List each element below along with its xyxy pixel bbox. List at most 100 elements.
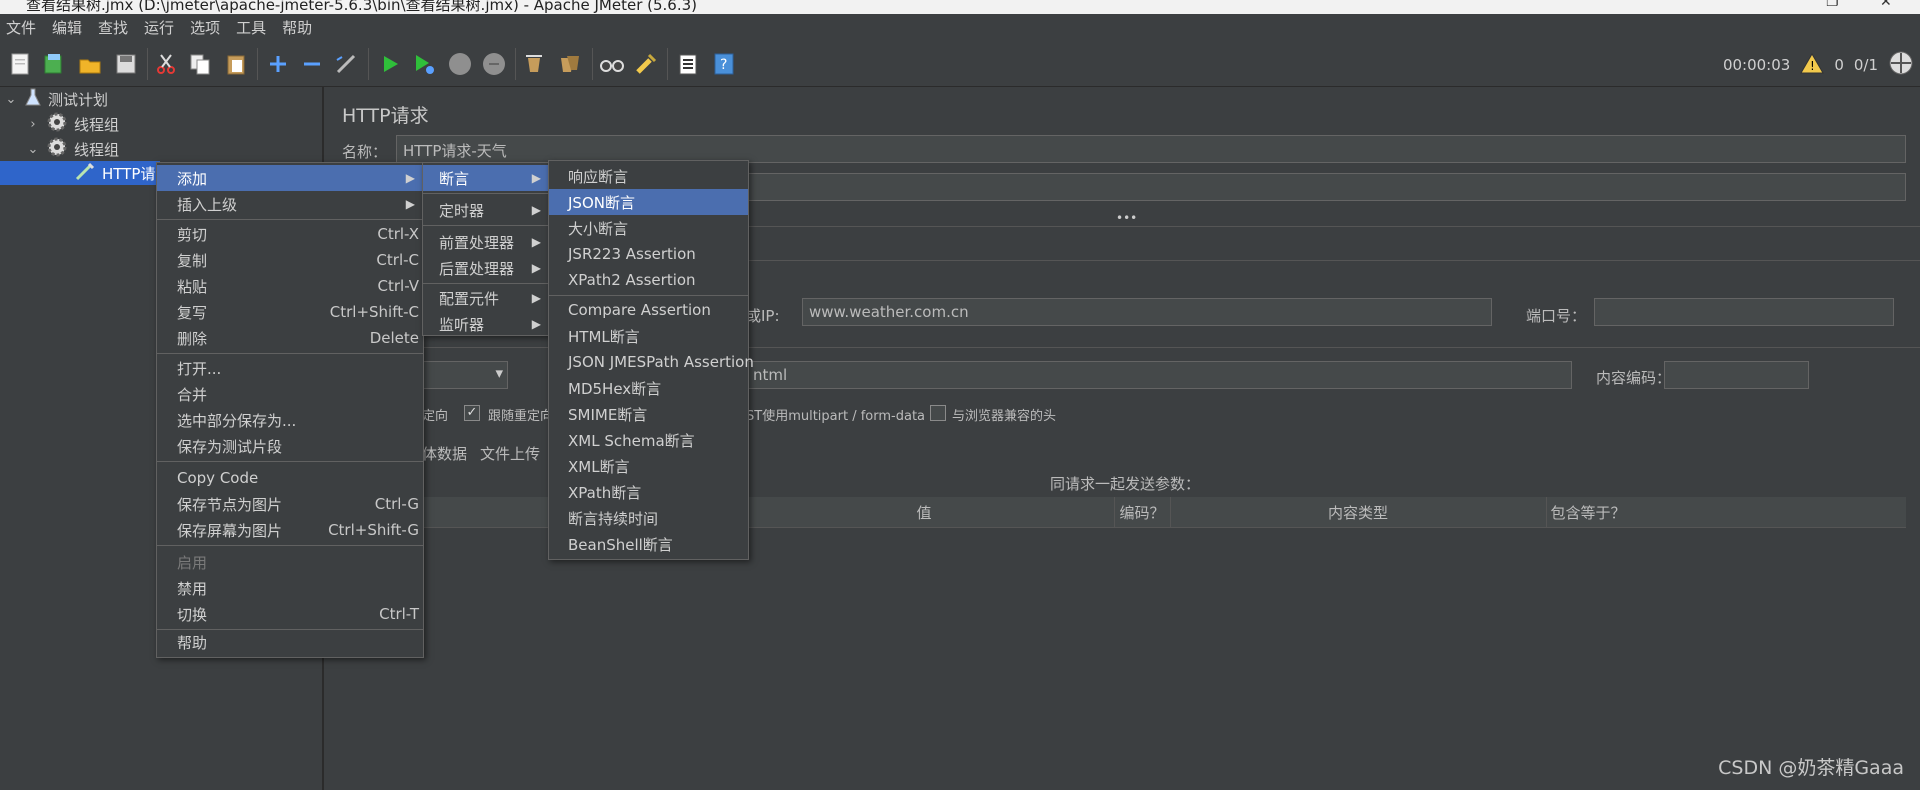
- path-field[interactable]: ntml: [746, 361, 1572, 389]
- collapse-icon[interactable]: [298, 50, 326, 78]
- menu-item-cut[interactable]: 剪切 Ctrl-X: [157, 221, 423, 247]
- redirect-auto-label: 定向: [422, 409, 449, 424]
- splitter-handle[interactable]: •••: [1116, 211, 1137, 225]
- menu-run[interactable]: 运行: [138, 17, 184, 38]
- menu-item-add[interactable]: 添加 ▶: [157, 165, 423, 191]
- menu-item-insert-parent[interactable]: 插入上级 ▶: [157, 191, 423, 217]
- name-field[interactable]: HTTP请求-天气: [396, 135, 1906, 163]
- submenu-item-post-processors[interactable]: 后置处理器 ▶: [423, 255, 549, 281]
- assertion-xpath2[interactable]: XPath2 Assertion: [549, 267, 748, 293]
- menu-item-save-fragment[interactable]: 保存为测试片段: [157, 433, 423, 459]
- restore-icon[interactable]: ❐: [1826, 0, 1839, 10]
- server-field[interactable]: www.weather.com.cn: [802, 298, 1492, 326]
- menu-tools[interactable]: 工具: [230, 17, 276, 38]
- server-label: 或IP:: [746, 307, 780, 325]
- assertion-size[interactable]: 大小断言: [549, 215, 748, 241]
- chevron-right-icon: ▶: [531, 291, 541, 305]
- assertion-jsr223[interactable]: JSR223 Assertion: [549, 241, 748, 267]
- assertion-json-jmespath[interactable]: JSON JMESPath Assertion: [549, 349, 754, 375]
- help-icon[interactable]: ?: [710, 50, 738, 78]
- assertion-xml[interactable]: XML断言: [549, 453, 748, 479]
- method-select[interactable]: ▾: [422, 361, 508, 389]
- chevron-right-icon[interactable]: ›: [26, 117, 40, 132]
- clear-icon[interactable]: [520, 50, 548, 78]
- open-icon[interactable]: [76, 50, 104, 78]
- menu-item-enable: 启用: [177, 553, 208, 572]
- menu-edit[interactable]: 编辑: [46, 17, 92, 38]
- menu-help[interactable]: 帮助: [276, 17, 322, 38]
- assertion-html[interactable]: HTML断言: [549, 323, 748, 349]
- new-icon[interactable]: [6, 50, 34, 78]
- encoding-field[interactable]: [1664, 361, 1809, 389]
- assertion-md5hex[interactable]: MD5Hex断言: [549, 375, 748, 401]
- assertion-beanshell[interactable]: BeanShell断言: [549, 531, 748, 557]
- column-include-equals[interactable]: 包含等于？: [1546, 497, 1630, 527]
- paste-icon[interactable]: [222, 50, 250, 78]
- menu-item-disable[interactable]: 禁用: [157, 575, 423, 601]
- warning-count: 0: [1834, 56, 1844, 74]
- column-content-type[interactable]: 内容类型: [1170, 497, 1547, 527]
- start-no-pause-icon[interactable]: [410, 50, 438, 78]
- submenu-item-listeners[interactable]: 监听器 ▶: [423, 311, 549, 337]
- expand-icon[interactable]: [264, 50, 292, 78]
- copy-icon[interactable]: [186, 50, 214, 78]
- tree-node-thread-group-1[interactable]: › 线程组: [26, 112, 119, 136]
- menu-item-copy[interactable]: 复制 Ctrl-C: [157, 247, 423, 273]
- warning-icon[interactable]: !: [1800, 52, 1825, 78]
- menu-item-copy-code[interactable]: Copy Code: [157, 465, 423, 491]
- menu-item-delete[interactable]: 删除 Delete: [157, 325, 423, 351]
- menu-item-merge[interactable]: 合并: [157, 381, 423, 407]
- window-title: 查看结果树.jmx (D:\jmeter\apache-jmeter-5.6.3…: [26, 0, 698, 14]
- submenu-item-pre-processors[interactable]: 前置处理器 ▶: [423, 229, 549, 255]
- menu-item-duplicate[interactable]: 复写 Ctrl+Shift-C: [157, 299, 423, 325]
- stop-icon[interactable]: [446, 50, 474, 78]
- assertion-compare[interactable]: Compare Assertion: [549, 297, 748, 323]
- assertion-duration[interactable]: 断言持续时间: [549, 505, 748, 531]
- clear-all-icon[interactable]: [556, 50, 584, 78]
- menu-search[interactable]: 查找: [92, 17, 138, 38]
- chevron-down-icon[interactable]: ⌄: [26, 142, 40, 157]
- follow-redirect-checkbox[interactable]: ✓: [464, 405, 480, 421]
- search-icon[interactable]: [598, 50, 626, 78]
- status-area: 00:00:03 ! 0 0/1: [1723, 50, 1914, 80]
- submenu-item-assertions[interactable]: 断言 ▶: [423, 165, 549, 191]
- browser-headers-checkbox[interactable]: [930, 405, 946, 421]
- menu-item-save-screen-image[interactable]: 保存屏幕为图片 Ctrl+Shift-G: [157, 517, 423, 543]
- cut-icon[interactable]: [152, 50, 180, 78]
- menu-bar: 文件 编辑 查找 运行 选项 工具 帮助: [0, 14, 1920, 40]
- menu-item-open[interactable]: 打开...: [157, 355, 423, 381]
- start-icon[interactable]: [376, 50, 404, 78]
- function-helper-icon[interactable]: [674, 50, 702, 78]
- column-encode[interactable]: 编码？: [1114, 497, 1171, 527]
- menu-options[interactable]: 选项: [184, 17, 230, 38]
- tree-node-test-plan[interactable]: ⌄ 测试计划: [4, 87, 108, 111]
- save-icon[interactable]: [112, 50, 140, 78]
- assertion-response[interactable]: 响应断言: [549, 163, 748, 189]
- menu-file[interactable]: 文件: [0, 17, 46, 38]
- tab-file-upload[interactable]: 文件上传: [480, 443, 540, 464]
- toggle-icon[interactable]: [332, 50, 360, 78]
- tree-node-thread-group-2[interactable]: ⌄ 线程组: [26, 137, 119, 161]
- chevron-right-icon: ▶: [531, 261, 541, 275]
- menu-item-paste[interactable]: 粘贴 Ctrl-V: [157, 273, 423, 299]
- menu-item-save-node-image[interactable]: 保存节点为图片 Ctrl-G: [157, 491, 423, 517]
- menu-item-save-selection[interactable]: 选中部分保存为...: [157, 407, 423, 433]
- assertion-xml-schema[interactable]: XML Schema断言: [549, 427, 748, 453]
- column-value[interactable]: 值: [734, 497, 1115, 527]
- menu-item-help[interactable]: 帮助: [157, 629, 423, 655]
- shutdown-icon[interactable]: [480, 50, 508, 78]
- port-field[interactable]: [1594, 298, 1894, 326]
- name-label: 名称：: [342, 143, 388, 161]
- svg-text:?: ?: [720, 57, 727, 73]
- tab-body-data[interactable]: 体数据: [422, 443, 467, 464]
- submenu-item-timers[interactable]: 定时器 ▶: [423, 197, 549, 223]
- menu-item-toggle[interactable]: 切换 Ctrl-T: [157, 601, 423, 627]
- submenu-item-config-elements[interactable]: 配置元件 ▶: [423, 285, 549, 311]
- assertion-json[interactable]: JSON断言: [549, 189, 748, 215]
- close-icon[interactable]: ✕: [1880, 0, 1892, 10]
- assertion-smime[interactable]: SMIME断言: [549, 401, 748, 427]
- templates-icon[interactable]: [40, 50, 68, 78]
- chevron-down-icon[interactable]: ⌄: [4, 92, 18, 107]
- assertion-xpath[interactable]: XPath断言: [549, 479, 748, 505]
- reset-search-icon[interactable]: [632, 50, 660, 78]
